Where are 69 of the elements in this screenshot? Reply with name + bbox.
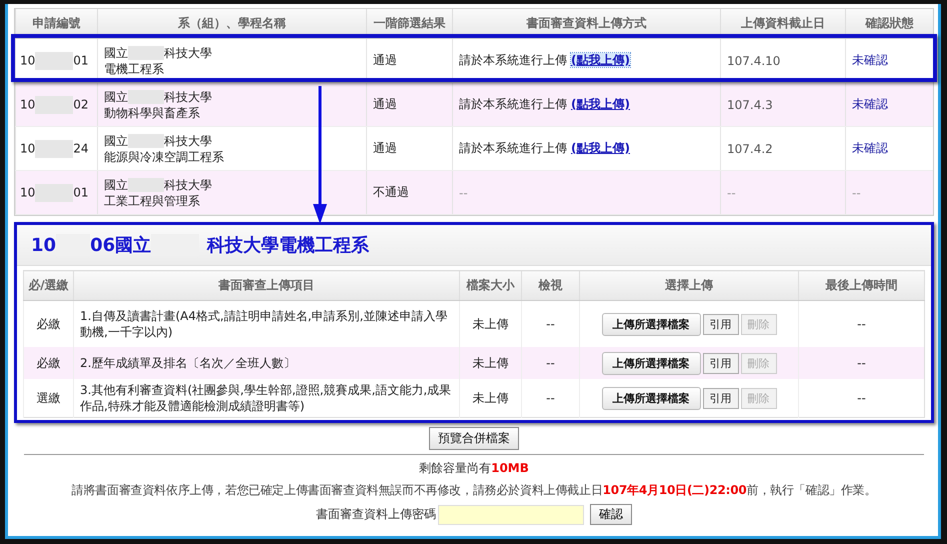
table-cell: 107.4.3 bbox=[720, 82, 846, 126]
upload-button[interactable]: 上傳所選擇檔案 bbox=[602, 386, 700, 410]
table-cell: 必繳 bbox=[24, 347, 74, 379]
school-name: 科技大學 bbox=[164, 90, 212, 104]
id-end: 01 bbox=[73, 52, 89, 67]
id-start: 10 bbox=[20, 184, 36, 199]
panel-title: 科技大學電機工程系 bbox=[207, 234, 370, 257]
capacity-label: 剩餘容量尚有 bbox=[419, 461, 492, 475]
id-end: 01 bbox=[73, 184, 89, 199]
id-start: 10 bbox=[20, 96, 36, 111]
column-header: 檢視 bbox=[522, 270, 580, 300]
school-name: 國立 bbox=[104, 46, 128, 60]
school-name: 科技大學 bbox=[164, 134, 212, 148]
column-header: 最後上傳時間 bbox=[798, 270, 924, 300]
school-name: 國立 bbox=[104, 90, 128, 104]
redaction-block bbox=[128, 46, 164, 60]
upload-method: 請於本系統進行上傳 bbox=[459, 53, 567, 67]
upload-method: 請於本系統進行上傳 bbox=[459, 97, 567, 111]
table-cell: 不通過 bbox=[366, 170, 452, 214]
preview-button[interactable]: 預覽合併檔案 bbox=[429, 427, 519, 450]
school-name: 國立 bbox=[104, 134, 128, 148]
id-end: 24 bbox=[73, 140, 89, 155]
table-cell: 未上傳 bbox=[460, 347, 522, 379]
table-cell: -- bbox=[846, 170, 933, 214]
table-cell: 未確認 bbox=[846, 82, 933, 126]
upload-method: 請於本系統進行上傳 bbox=[459, 141, 567, 155]
redaction-block bbox=[128, 134, 164, 148]
upload-button[interactable]: 上傳所選擇檔案 bbox=[602, 352, 700, 374]
table-cell: -- bbox=[798, 379, 924, 418]
school-name: 國立 bbox=[104, 178, 128, 192]
cite-button[interactable]: 引用 bbox=[702, 314, 738, 334]
school-name: 科技大學 bbox=[164, 178, 212, 192]
redaction-block bbox=[35, 140, 74, 158]
upload-link[interactable]: (點我上傳) bbox=[571, 53, 630, 67]
capacity-value: 10MB bbox=[491, 461, 529, 475]
department-name: 能源與冷凍空調工程系 bbox=[104, 148, 225, 164]
upload-link[interactable]: (點我上傳) bbox=[571, 97, 630, 111]
password-field[interactable] bbox=[438, 504, 584, 524]
table-cell: 選繳 bbox=[24, 379, 74, 418]
cite-button[interactable]: 引用 bbox=[702, 388, 738, 408]
panel-title: 10 bbox=[31, 234, 56, 256]
school-name: 科技大學 bbox=[164, 46, 212, 60]
table-cell: 3.其他有利審查資料(社團參與,學生幹部,證照,競賽成果,語文能力,成果作品,特殊才能及體適能檢測成績證明書等) bbox=[74, 379, 460, 418]
department-name: 動物科學與畜產系 bbox=[104, 104, 201, 120]
redaction-block bbox=[35, 52, 74, 70]
id-start: 10 bbox=[20, 52, 36, 67]
panel-title: 06國立 bbox=[90, 234, 152, 257]
department-name: 工業工程與管理系 bbox=[104, 192, 201, 208]
column-header: 必/選繳 bbox=[24, 270, 74, 300]
upload-link[interactable]: (點我上傳) bbox=[571, 141, 630, 155]
id-start: 10 bbox=[20, 140, 36, 155]
id-end: 02 bbox=[73, 96, 89, 111]
department-name: 電機工程系 bbox=[104, 60, 165, 76]
column-header: 選擇上傳 bbox=[580, 270, 798, 300]
confirm-button[interactable]: 確認 bbox=[590, 504, 632, 525]
notice-text: 請將書面審查資料依序上傳，若您已確定上傳書面審查資料無誤而不再修改，請務必於資料上傳截止日 107年4月10日(二)22:00前，執行「確認」作業。 bbox=[70, 482, 878, 499]
table-cell: 未上傳 bbox=[460, 379, 522, 418]
table-cell: -- bbox=[522, 347, 580, 379]
upload-method: -- bbox=[459, 186, 468, 200]
column-header: 書面審查上傳項目 bbox=[74, 270, 460, 300]
table-cell: -- bbox=[522, 379, 580, 418]
password-label: 書面審查資料上傳密碼 bbox=[316, 506, 436, 523]
table-cell: 2.歷年成績單及排名〔名次／全班人數〕 bbox=[74, 347, 460, 379]
table-cell: -- bbox=[720, 170, 846, 214]
table-cell: -- bbox=[798, 347, 924, 379]
column-header: 檔案大小 bbox=[460, 270, 522, 300]
upload-button[interactable]: 上傳所選擇檔案 bbox=[602, 312, 700, 336]
cite-button[interactable]: 引用 bbox=[702, 352, 738, 374]
table-cell: 通過 bbox=[366, 82, 452, 126]
